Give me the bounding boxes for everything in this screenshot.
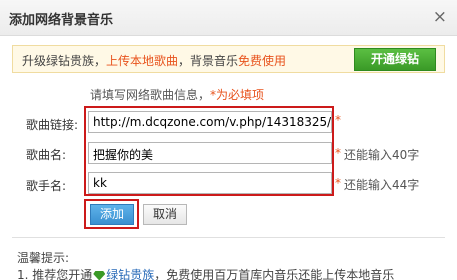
song-name-label: 歌曲名: [26, 148, 67, 162]
add-button[interactable]: 添加 [90, 204, 134, 225]
fields-highlight-box [84, 106, 334, 196]
tips-line: 1. 推荐您开通 绿钻贵族，免费使用百万首库内音乐还能上传本地音乐 [17, 266, 394, 280]
promo-text-b: ，背景音乐 [178, 54, 239, 68]
dialog-titlebar: 添加网络背景音乐 × [0, 0, 457, 36]
dialog-title: 添加网络背景音乐 [9, 13, 114, 28]
divider [12, 237, 445, 238]
form-hint: 请填写网络歌曲信息，*为必填项 [90, 86, 264, 103]
singer-name-char-limit: 还能输入44字 [344, 178, 420, 192]
promo-text: 升级绿钻贵族，上传本地歌曲，背景音乐免费使用 [22, 52, 286, 69]
tips-line-a: 1. 推荐您开通 [17, 268, 93, 280]
tips-title: 温馨提示: [17, 251, 70, 265]
upload-local-link[interactable]: 上传本地歌曲 [106, 54, 178, 68]
song-link-label: 歌曲链接: [26, 118, 79, 132]
green-diamond-icon [93, 270, 106, 280]
singer-name-required-star: * [335, 176, 341, 190]
tips-line-b: ，免费使用百万首库内音乐还能上传本地音乐 [154, 268, 395, 280]
cancel-button[interactable]: 取消 [143, 204, 187, 225]
free-use-link[interactable]: 免费使用 [238, 54, 286, 68]
song-name-required-star: * [335, 146, 341, 160]
form-hint-text: 请填写网络歌曲信息， [90, 88, 211, 102]
promo-banner: 升级绿钻贵族，上传本地歌曲，背景音乐免费使用 开通绿钻 [12, 45, 445, 73]
song-link-required-star: * [335, 113, 341, 127]
promo-text-a: 升级绿钻贵族， [22, 54, 107, 68]
singer-name-label: 歌手名: [26, 179, 67, 193]
close-icon[interactable]: × [433, 7, 447, 27]
song-name-char-limit: 还能输入40字 [344, 148, 420, 162]
green-diamond-link[interactable]: 绿钻贵族 [106, 268, 154, 280]
required-note: *为必填项 [210, 88, 265, 102]
open-green-diamond-button[interactable]: 开通绿钻 [354, 48, 436, 71]
